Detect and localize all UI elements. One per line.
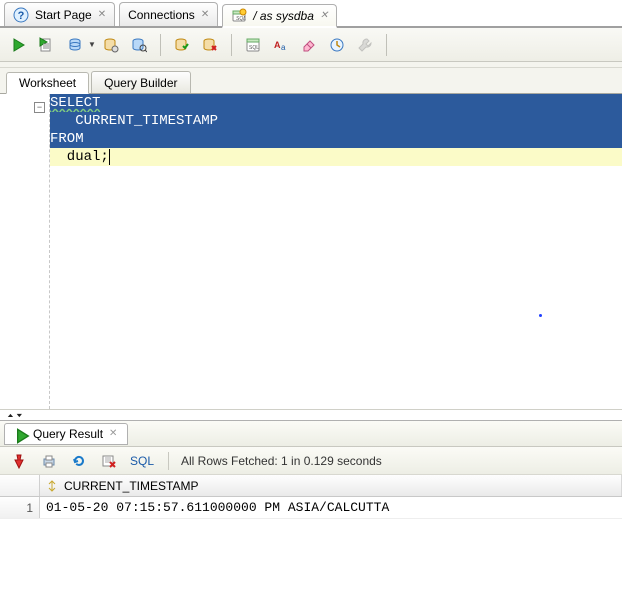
- document-tabbar: ? Start Page ✕ Connections ✕ SQL / as sy…: [0, 0, 622, 28]
- commit-button[interactable]: [169, 32, 195, 58]
- unshared-worksheet-button[interactable]: SQL: [240, 32, 266, 58]
- code-text: SELECT: [50, 95, 100, 111]
- history-icon: [329, 37, 345, 53]
- tab-query-result[interactable]: Query Result ✕: [4, 423, 128, 445]
- code-text: FROM: [50, 131, 84, 147]
- db-search-icon: [131, 37, 147, 53]
- column-name: CURRENT_TIMESTAMP: [64, 479, 198, 493]
- delete-result-button[interactable]: [96, 448, 122, 474]
- run-statement-button[interactable]: [6, 32, 32, 58]
- table-row[interactable]: 1 01-05-20 07:15:57.611000000 PM ASIA/CA…: [0, 497, 622, 519]
- worksheet-toolbar: ▼ SQL Aa: [0, 28, 622, 62]
- tab-query-builder[interactable]: Query Builder: [91, 71, 190, 93]
- fetch-status: All Rows Fetched: 1 in 0.129 seconds: [181, 454, 382, 468]
- fold-toggle[interactable]: −: [34, 102, 45, 113]
- clear-button[interactable]: [296, 32, 322, 58]
- tab-label: Query Builder: [104, 76, 177, 90]
- result-tabbar: Query Result ✕: [0, 421, 622, 447]
- separator: [160, 34, 161, 56]
- close-icon[interactable]: ✕: [98, 9, 106, 20]
- db-icon: [67, 37, 83, 53]
- sql-editor[interactable]: − SELECT CURRENT_TIMESTAMP FROM dual;: [0, 94, 622, 410]
- code-text: dual;: [50, 149, 109, 165]
- cell-value[interactable]: 01-05-20 07:15:57.611000000 PM ASIA/CALC…: [40, 497, 622, 518]
- run-script-icon: [39, 37, 55, 53]
- explain-plan-button[interactable]: [98, 32, 124, 58]
- tab-label: Start Page: [35, 8, 92, 22]
- close-icon[interactable]: ✕: [109, 428, 117, 439]
- column-header[interactable]: CURRENT_TIMESTAMP: [40, 475, 622, 496]
- svg-text:SQL: SQL: [249, 45, 259, 51]
- print-icon: [41, 453, 57, 469]
- tab-label: Query Result: [33, 427, 103, 441]
- disabled-tool-button: [352, 32, 378, 58]
- grid-header-row: CURRENT_TIMESTAMP: [0, 475, 622, 497]
- result-grid: CURRENT_TIMESTAMP 1 01-05-20 07:15:57.61…: [0, 475, 622, 519]
- editor-gutter: −: [0, 94, 50, 409]
- delete-result-icon: [101, 453, 117, 469]
- refresh-result-button[interactable]: [66, 448, 92, 474]
- separator: [386, 34, 387, 56]
- worksheet-icon: SQL: [231, 8, 247, 24]
- dropdown-arrow-icon[interactable]: ▼: [88, 40, 96, 49]
- run-small-icon: [15, 428, 27, 440]
- rollback-icon: [202, 37, 218, 53]
- eraser-icon: [301, 37, 317, 53]
- tab-start-page[interactable]: ? Start Page ✕: [4, 2, 115, 26]
- print-button[interactable]: [36, 448, 62, 474]
- editor-tabbar: Worksheet Query Builder: [0, 68, 622, 94]
- pane-splitter[interactable]: ▲▼: [0, 410, 622, 420]
- marker-dot: [539, 314, 542, 317]
- db-dropdown-button[interactable]: [62, 32, 88, 58]
- svg-text:A: A: [274, 40, 281, 50]
- help-icon: ?: [13, 7, 29, 23]
- pin-button[interactable]: [6, 448, 32, 474]
- refresh-icon: [71, 453, 87, 469]
- tab-label: / as sysdba: [253, 9, 314, 23]
- separator: [231, 34, 232, 56]
- tab-current-connection[interactable]: SQL / as sysdba ✕: [222, 4, 337, 28]
- editor-content[interactable]: SELECT CURRENT_TIMESTAMP FROM dual;: [50, 94, 622, 409]
- column-handle-icon: [46, 480, 58, 492]
- tab-label: Connections: [128, 8, 195, 22]
- tab-label: Worksheet: [19, 76, 76, 90]
- tab-connections[interactable]: Connections ✕: [119, 2, 218, 26]
- autotrace-button[interactable]: [126, 32, 152, 58]
- svg-text:a: a: [281, 43, 286, 52]
- pin-icon: [11, 453, 27, 469]
- sql-page-icon: SQL: [245, 37, 261, 53]
- db-gear-icon: [103, 37, 119, 53]
- result-panel: Query Result ✕ SQL All Rows Fetched: 1 i…: [0, 420, 622, 595]
- commit-icon: [174, 37, 190, 53]
- close-icon[interactable]: ✕: [201, 9, 209, 20]
- separator: [168, 452, 169, 470]
- toggle-case-button[interactable]: Aa: [268, 32, 294, 58]
- tab-worksheet[interactable]: Worksheet: [6, 72, 89, 94]
- row-number: 1: [0, 497, 40, 518]
- result-toolbar: SQL All Rows Fetched: 1 in 0.129 seconds: [0, 447, 622, 475]
- rollback-button[interactable]: [197, 32, 223, 58]
- svg-text:SQL: SQL: [236, 16, 246, 22]
- svg-text:?: ?: [18, 10, 25, 22]
- row-number-header: [0, 475, 40, 496]
- wrench-icon: [357, 37, 373, 53]
- run-script-button[interactable]: [34, 32, 60, 58]
- text-caret: [109, 149, 118, 165]
- run-icon: [11, 37, 27, 53]
- sql-history-button[interactable]: [324, 32, 350, 58]
- sql-link[interactable]: SQL: [126, 454, 158, 468]
- code-text: CURRENT_TIMESTAMP: [50, 113, 218, 129]
- close-icon[interactable]: ✕: [320, 10, 328, 21]
- toggle-case-icon: Aa: [273, 37, 289, 53]
